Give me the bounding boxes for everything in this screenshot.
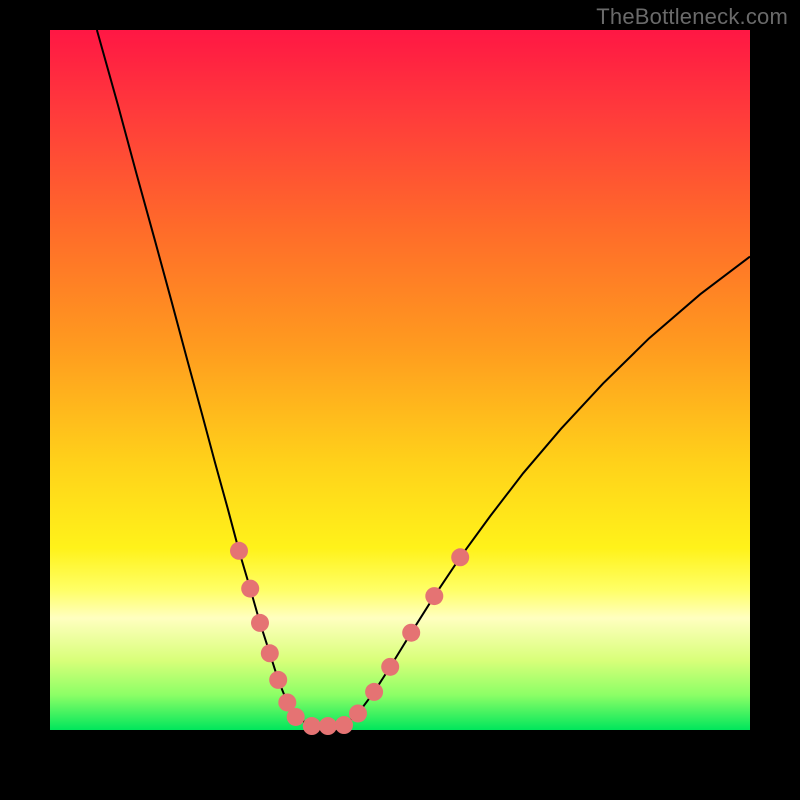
data-point xyxy=(425,587,443,605)
data-point xyxy=(402,624,420,642)
data-point xyxy=(335,716,353,734)
data-point xyxy=(319,717,337,735)
data-point xyxy=(303,717,321,735)
data-point xyxy=(365,683,383,701)
data-point xyxy=(287,708,305,726)
bottleneck-chart xyxy=(0,0,800,800)
data-point xyxy=(349,704,367,722)
data-point xyxy=(381,658,399,676)
data-point xyxy=(261,644,279,662)
data-point xyxy=(230,542,248,560)
data-point xyxy=(251,614,269,632)
data-point xyxy=(241,580,259,598)
data-point xyxy=(451,548,469,566)
data-point xyxy=(269,671,287,689)
chart-frame: TheBottleneck.com xyxy=(0,0,800,800)
plot-background xyxy=(50,30,750,730)
